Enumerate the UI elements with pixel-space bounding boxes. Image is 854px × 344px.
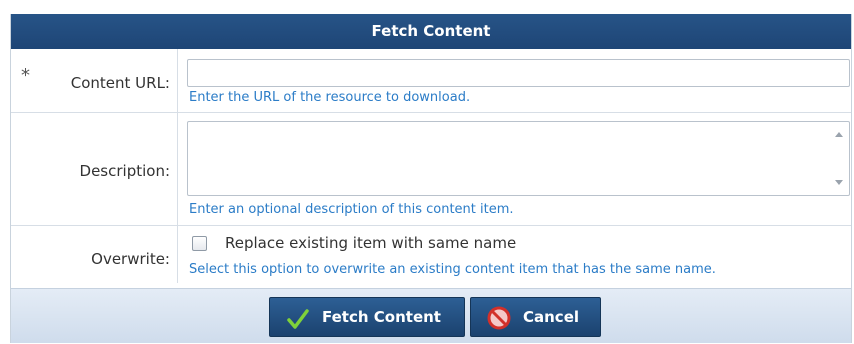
description-row: Description: Enter an optional descripti… <box>11 113 851 226</box>
overwrite-checkbox[interactable] <box>192 236 207 251</box>
description-field-cell: Enter an optional description of this co… <box>187 113 851 225</box>
form-title: Fetch Content <box>11 14 851 49</box>
fetch-content-form: Fetch Content * Content URL: Enter the U… <box>10 14 852 343</box>
checkmark-icon <box>287 306 309 344</box>
description-label-cell: Description: <box>11 113 178 225</box>
prohibited-icon <box>487 306 511 344</box>
content-url-field-cell: Enter the URL of the resource to downloa… <box>187 49 851 112</box>
overwrite-hint: Select this option to overwrite an exist… <box>189 262 716 277</box>
overwrite-field-cell: Replace existing item with same name Sel… <box>187 226 851 283</box>
description-hint: Enter an optional description of this co… <box>189 202 514 217</box>
content-url-label: Content URL: <box>70 74 170 92</box>
form-actions: Fetch Content Cancel <box>11 288 851 343</box>
description-label: Description: <box>79 162 170 180</box>
description-textarea[interactable] <box>187 121 850 196</box>
overwrite-checkbox-label[interactable]: Replace existing item with same name <box>225 234 516 252</box>
content-url-hint: Enter the URL of the resource to downloa… <box>189 90 471 105</box>
overwrite-label: Overwrite: <box>91 250 170 268</box>
scroll-up-arrow-icon[interactable] <box>835 132 843 137</box>
content-url-row: * Content URL: Enter the URL of the reso… <box>11 49 851 113</box>
content-url-input[interactable] <box>187 59 850 87</box>
overwrite-label-cell: Overwrite: <box>11 226 178 283</box>
content-url-label-cell: * Content URL: <box>11 49 178 112</box>
fetch-content-button[interactable]: Fetch Content <box>269 297 465 337</box>
overwrite-row: Overwrite: Replace existing item with sa… <box>11 226 851 283</box>
cancel-button-label: Cancel <box>523 308 580 326</box>
cancel-button[interactable]: Cancel <box>470 297 601 337</box>
required-marker: * <box>21 65 30 86</box>
fetch-content-button-label: Fetch Content <box>322 308 441 326</box>
scroll-down-arrow-icon[interactable] <box>835 180 843 185</box>
